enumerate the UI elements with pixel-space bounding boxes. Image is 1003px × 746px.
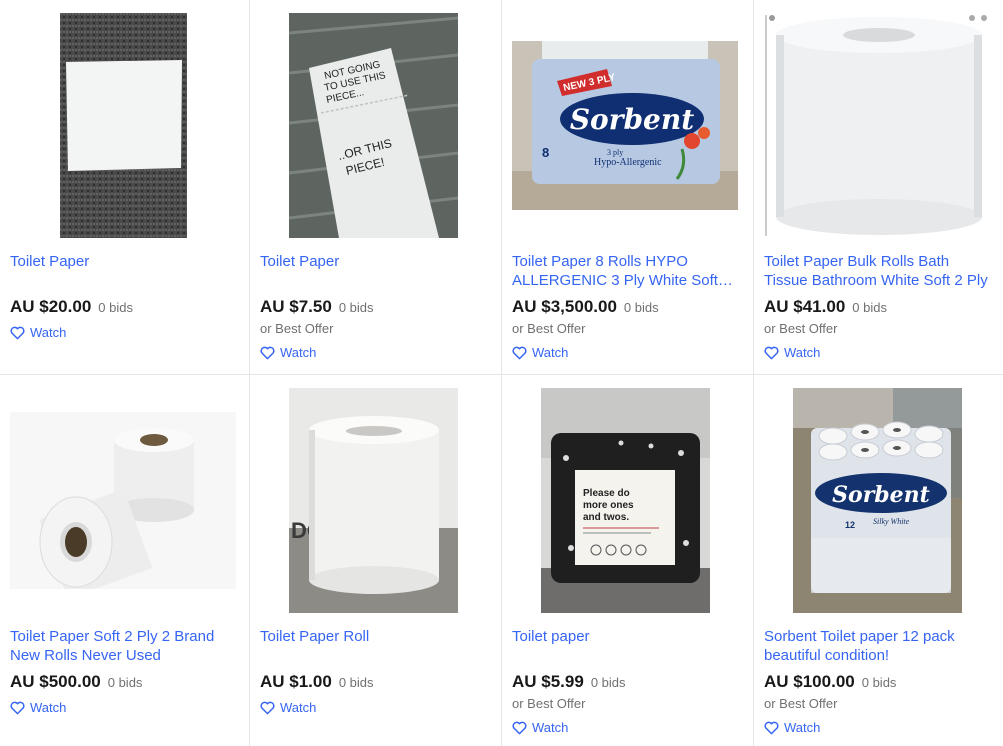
watch-label: Watch <box>30 700 67 715</box>
image-label-text: and twos. <box>583 512 629 523</box>
bid-count: 0 bids <box>861 675 897 690</box>
listing-title[interactable]: Toilet Paper <box>10 252 237 271</box>
listing-title[interactable]: Toilet paper <box>512 627 741 646</box>
image-label-text: more ones <box>583 500 634 511</box>
listing-image[interactable] <box>10 13 236 238</box>
listing-image[interactable]: Please do more ones and twos. <box>512 388 738 613</box>
listing-price: AU $500.00 <box>10 672 101 691</box>
listing-card: Sorbent 12 Silky White Sorbent Toilet pa… <box>754 375 1003 746</box>
bid-count: 0 bids <box>338 675 374 690</box>
listing-card: NEW 3 PLY Sorbent 8 3 ply Hypo-Allergeni… <box>502 0 754 375</box>
bid-count: 0 bids <box>98 300 133 315</box>
best-offer-label: or Best Offer <box>260 321 334 336</box>
heart-icon <box>10 326 25 339</box>
image-sub-text: 3 ply <box>607 148 623 157</box>
image-label-text: Please do <box>583 488 630 499</box>
watch-button[interactable]: Watch <box>10 325 66 340</box>
price-row: AU $500.00 0 bids <box>10 672 142 692</box>
image-brand-text: Sorbent <box>832 482 930 508</box>
watch-label: Watch <box>784 345 821 360</box>
heart-icon <box>10 701 25 714</box>
price-row: AU $3,500.00 0 bids <box>512 297 659 317</box>
listing-price: AU $7.50 <box>260 297 332 316</box>
listing-card: NOT GOING TO USE THIS PIECE... ..OR THIS… <box>250 0 502 375</box>
listing-price: AU $5.99 <box>512 672 584 691</box>
price-row: AU $41.00 0 bids <box>764 297 887 317</box>
bid-count: 0 bids <box>107 675 143 690</box>
heart-icon <box>260 701 275 714</box>
watch-label: Watch <box>30 325 67 340</box>
listing-title[interactable]: Toilet Paper Roll <box>260 627 489 646</box>
image-count-text: 12 <box>845 520 855 530</box>
listing-card: Please do more ones and twos. Toilet pap… <box>502 375 754 746</box>
listing-title[interactable]: Toilet Paper <box>260 252 489 271</box>
best-offer-label: or Best Offer <box>512 321 586 336</box>
heart-icon <box>764 721 779 734</box>
sorbent-12-pack-image: Sorbent 12 Silky White <box>792 388 962 613</box>
best-offer-label: or Best Offer <box>764 321 838 336</box>
listing-price: AU $100.00 <box>764 672 855 691</box>
toilet-paper-with-writing-image: NOT GOING TO USE THIS PIECE... ..OR THIS… <box>288 13 458 238</box>
image-sub-text: Silky White <box>873 517 910 526</box>
bid-count: 0 bids <box>852 300 887 315</box>
listing-price: AU $20.00 <box>10 297 92 316</box>
heart-icon <box>512 346 527 359</box>
listing-card: DO Toilet Paper Roll AU $1.00 0 bids Wat… <box>250 375 502 746</box>
two-toilet-rolls-image <box>10 412 236 589</box>
black-wrapped-roll-image: Please do more ones and twos. <box>540 388 710 613</box>
listing-price: AU $1.00 <box>260 672 332 691</box>
bid-count: 0 bids <box>338 300 374 315</box>
heart-icon <box>764 346 779 359</box>
image-sub-text: Hypo-Allergenic <box>594 157 662 168</box>
listing-title[interactable]: Toilet Paper 8 Rolls HYPO ALLERGENIC 3 P… <box>512 252 741 290</box>
listing-price: AU $41.00 <box>764 297 846 316</box>
price-row: AU $20.00 0 bids <box>10 297 133 317</box>
heart-icon <box>512 721 527 734</box>
watch-button[interactable]: Watch <box>764 345 820 360</box>
listing-image[interactable] <box>764 13 990 238</box>
listing-card: Toilet Paper AU $20.00 0 bids Watch <box>0 0 250 375</box>
watch-button[interactable]: Watch <box>10 700 66 715</box>
listing-title[interactable]: Toilet Paper Bulk Rolls Bath Tissue Bath… <box>764 252 991 290</box>
bid-count: 0 bids <box>623 300 659 315</box>
watch-button[interactable]: Watch <box>260 700 316 715</box>
listing-image[interactable]: NEW 3 PLY Sorbent 8 3 ply Hypo-Allergeni… <box>512 13 738 238</box>
watch-button[interactable]: Watch <box>512 345 568 360</box>
listing-grid: Toilet Paper AU $20.00 0 bids Watch NOT … <box>0 0 1003 746</box>
watch-button[interactable]: Watch <box>260 345 316 360</box>
price-row: AU $1.00 0 bids <box>260 672 374 692</box>
listing-image[interactable] <box>10 388 236 613</box>
watch-label: Watch <box>532 345 569 360</box>
bid-count: 0 bids <box>590 675 626 690</box>
best-offer-label: or Best Offer <box>764 696 838 711</box>
listing-image[interactable]: DO <box>260 388 486 613</box>
watch-label: Watch <box>280 700 317 715</box>
price-row: AU $7.50 0 bids <box>260 297 374 317</box>
price-row: AU $5.99 0 bids <box>512 672 626 692</box>
image-brand-text: Sorbent <box>570 103 694 136</box>
listing-card: Toilet Paper Bulk Rolls Bath Tissue Bath… <box>754 0 1003 375</box>
listing-title[interactable]: Sorbent Toilet paper 12 pack beautiful c… <box>764 627 991 665</box>
heart-icon <box>260 346 275 359</box>
watch-label: Watch <box>784 720 821 735</box>
listing-image[interactable]: Sorbent 12 Silky White <box>764 388 990 613</box>
watch-button[interactable]: Watch <box>764 720 820 735</box>
watch-label: Watch <box>280 345 317 360</box>
watch-label: Watch <box>532 720 569 735</box>
listing-title[interactable]: Toilet Paper Soft 2 Ply 2 Brand New Roll… <box>10 627 237 665</box>
toilet-paper-sheet-on-carpet-image <box>59 13 187 238</box>
listing-image[interactable]: NOT GOING TO USE THIS PIECE... ..OR THIS… <box>260 13 486 238</box>
price-row: AU $100.00 0 bids <box>764 672 896 692</box>
toilet-roll-on-box-image: DO <box>288 388 458 613</box>
listing-price: AU $3,500.00 <box>512 297 617 316</box>
image-count-text: 8 <box>542 145 549 160</box>
sorbent-8-pack-image: NEW 3 PLY Sorbent 8 3 ply Hypo-Allergeni… <box>512 41 738 210</box>
best-offer-label: or Best Offer <box>512 696 586 711</box>
listing-card: Toilet Paper Soft 2 Ply 2 Brand New Roll… <box>0 375 250 746</box>
single-toilet-roll-image <box>764 13 990 238</box>
watch-button[interactable]: Watch <box>512 720 568 735</box>
